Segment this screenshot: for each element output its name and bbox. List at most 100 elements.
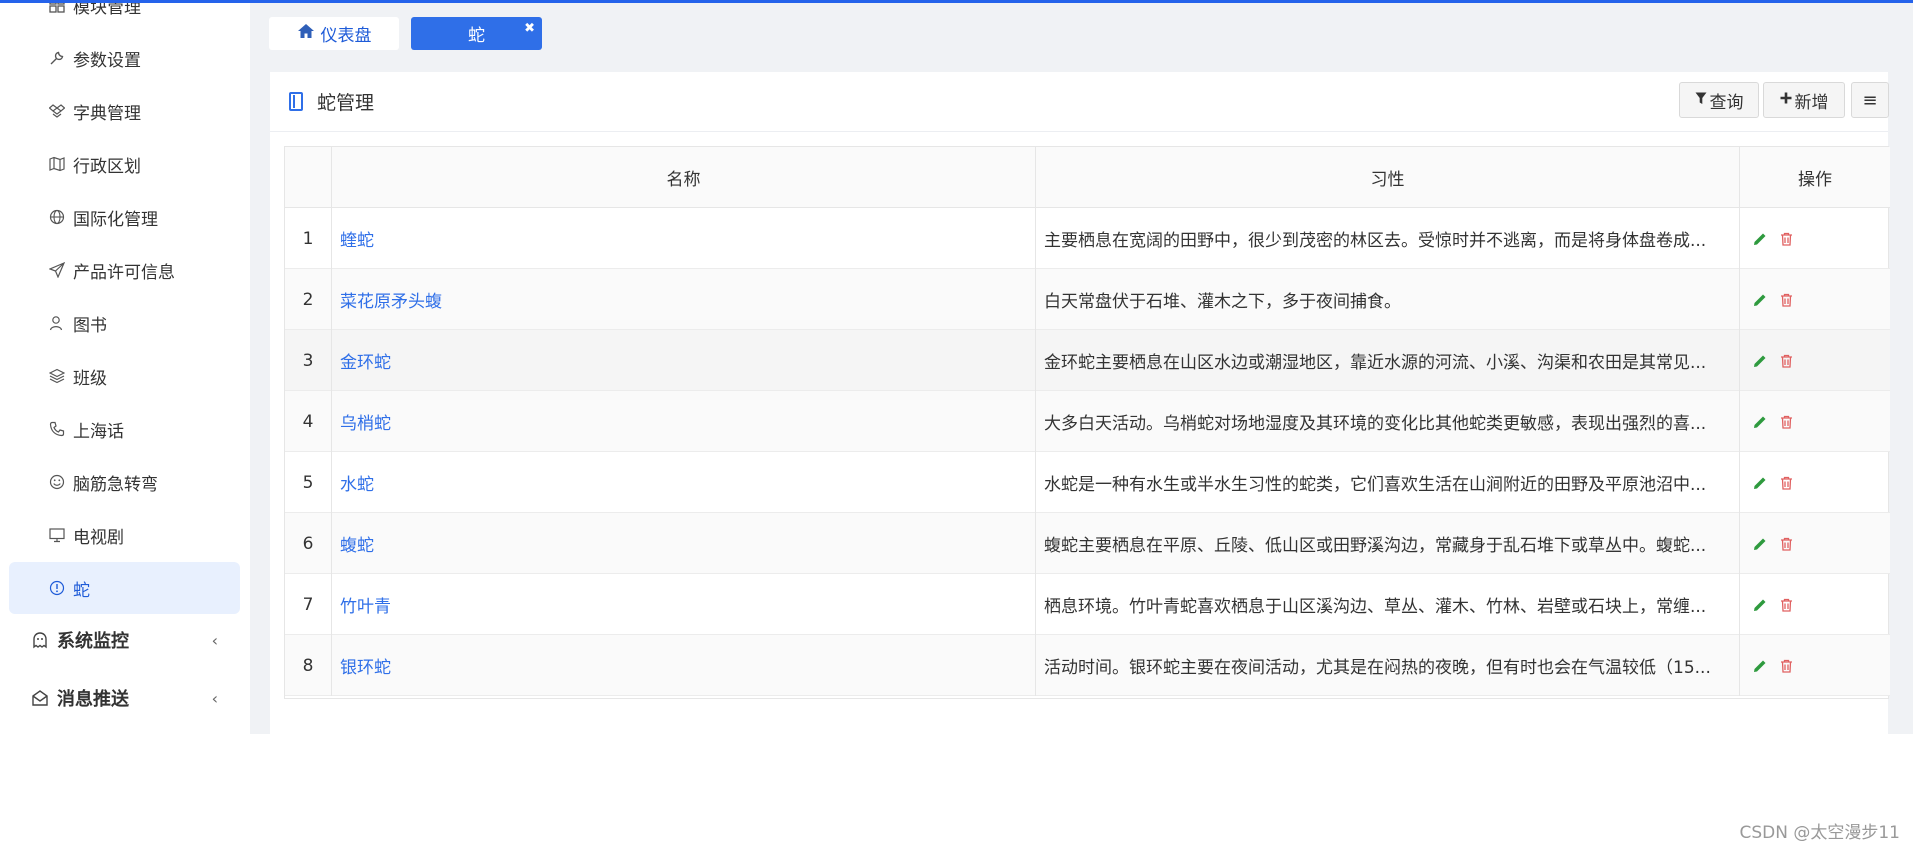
dropbox-icon — [47, 101, 67, 121]
trash-icon[interactable] — [1778, 475, 1794, 491]
trash-icon[interactable] — [1778, 597, 1794, 613]
actions-cell — [1740, 635, 1890, 696]
edit-icon[interactable] — [1752, 658, 1768, 674]
home-icon — [297, 23, 315, 44]
sidebar-item-i18n[interactable]: 国际化管理 — [9, 191, 240, 243]
trash-icon[interactable] — [1778, 231, 1794, 247]
snake-name-link[interactable]: 菜花原矛头蝮 — [332, 269, 1036, 330]
chevron-left-icon: ‹ — [211, 688, 218, 708]
tab-label: 仪表盘 — [320, 26, 372, 46]
sidebar-group-label: 系统监控 — [57, 631, 129, 652]
trash-icon[interactable] — [1778, 536, 1794, 552]
sidebar-item-label: 电视剧 — [73, 527, 124, 548]
actions-cell — [1740, 513, 1890, 574]
sidebar-item-license[interactable]: 产品许可信息 — [9, 244, 240, 296]
row-index: 7 — [285, 574, 332, 635]
snake-name-link[interactable]: 水蛇 — [332, 452, 1036, 513]
sidebar-group-messages[interactable]: 消息推送 ‹ — [0, 669, 250, 727]
edit-icon[interactable] — [1752, 414, 1768, 430]
tab-label: 蛇 — [468, 26, 485, 46]
filter-icon — [1695, 92, 1707, 109]
chevron-left-icon: ‹ — [211, 630, 218, 650]
phone-icon — [47, 419, 67, 439]
tab-snake[interactable]: 蛇 ✖ — [411, 17, 542, 50]
row-index: 1 — [285, 208, 332, 269]
habit-text: 栖息环境。竹叶青蛇喜欢栖息于山区溪沟边、草丛、灌木、竹林、岩壁或石块上，常缠..… — [1044, 597, 1707, 617]
map-icon — [47, 154, 67, 174]
query-button[interactable]: 查询 — [1679, 82, 1759, 118]
trash-icon[interactable] — [1778, 353, 1794, 369]
sidebar-item-label: 参数设置 — [73, 50, 141, 71]
snake-name-link[interactable]: 竹叶青 — [332, 574, 1036, 635]
habit-text: 主要栖息在宽阔的田野中，很少到茂密的林区去。受惊时并不逃离，而是将身体盘卷成..… — [1044, 231, 1707, 251]
smile-icon — [47, 472, 67, 492]
edit-icon[interactable] — [1752, 353, 1768, 369]
trash-icon[interactable] — [1778, 414, 1794, 430]
grid-icon — [47, 3, 67, 15]
ghost-icon — [29, 629, 51, 651]
sidebar-item-label: 蛇 — [73, 580, 90, 601]
sidebar-item-label: 模块管理 — [73, 3, 141, 18]
habit-cell: 栖息环境。竹叶青蛇喜欢栖息于山区溪沟边、草丛、灌木、竹林、岩壁或石块上，常缠..… — [1036, 574, 1740, 635]
habit-cell: 蝮蛇主要栖息在平原、丘陵、低山区或田野溪沟边，常藏身于乱石堆下或草丛中。蝮蛇..… — [1036, 513, 1740, 574]
actions-cell — [1740, 330, 1890, 391]
snake-name-link[interactable]: 银环蛇 — [332, 635, 1036, 696]
envelope-open-icon — [29, 687, 51, 709]
habit-cell: 活动时间。银环蛇主要在夜间活动，尤其是在闷热的夜晚，但有时也会在气温较低（15.… — [1036, 635, 1740, 696]
sidebar-item-label: 产品许可信息 — [73, 262, 175, 283]
sidebar-group-monitor[interactable]: 系统监控 ‹ — [0, 611, 250, 669]
info-circle-icon — [47, 578, 67, 598]
habit-cell: 主要栖息在宽阔的田野中，很少到茂密的林区去。受惊时并不逃离，而是将身体盘卷成..… — [1036, 208, 1740, 269]
sidebar-item-params[interactable]: 参数设置 — [9, 32, 240, 84]
edit-icon[interactable] — [1752, 231, 1768, 247]
snake-name-link[interactable]: 蝰蛇 — [332, 208, 1036, 269]
row-index: 5 — [285, 452, 332, 513]
sidebar-item-class[interactable]: 班级 — [9, 350, 240, 402]
sidebar-item-shanghainese[interactable]: 上海话 — [9, 403, 240, 455]
habit-text: 蝮蛇主要栖息在平原、丘陵、低山区或田野溪沟边，常藏身于乱石堆下或草丛中。蝮蛇..… — [1044, 536, 1707, 556]
sidebar-item-snake[interactable]: 蛇 — [9, 562, 240, 614]
add-button-label: 新增 — [1794, 92, 1829, 113]
watermark: CSDN @太空漫步11 — [1739, 823, 1900, 843]
row-index: 4 — [285, 391, 332, 452]
edit-icon[interactable] — [1752, 536, 1768, 552]
table-row: 8 银环蛇 活动时间。银环蛇主要在夜间活动，尤其是在闷热的夜晚，但有时也会在气温较低… — [285, 635, 1890, 696]
trash-icon[interactable] — [1778, 292, 1794, 308]
sidebar-item-label: 上海话 — [73, 421, 124, 442]
tab-dashboard[interactable]: 仪表盘 — [269, 17, 399, 50]
habit-text: 金环蛇主要栖息在山区水边或潮湿地区，靠近水源的河流、小溪、沟渠和农田是其常见..… — [1044, 353, 1707, 373]
snake-name-link[interactable]: 金环蛇 — [332, 330, 1036, 391]
sidebar-item-module[interactable]: 模块管理 — [9, 3, 240, 31]
sidebar-item-label: 脑筋急转弯 — [73, 474, 158, 495]
snake-name-link[interactable]: 乌梢蛇 — [332, 391, 1036, 452]
trash-icon[interactable] — [1778, 658, 1794, 674]
habit-cell: 大多白天活动。乌梢蛇对场地湿度及其环境的变化比其他蛇类更敏感，表现出强烈的喜..… — [1036, 391, 1740, 452]
menu-button[interactable]: ≡ — [1851, 82, 1889, 118]
table-row: 5 水蛇 水蛇是一种有水生或半水生习性的蛇类，它们喜欢生活在山涧附近的田野及平原池沼… — [285, 452, 1890, 513]
sidebar-item-tv[interactable]: 电视剧 — [9, 509, 240, 561]
edit-icon[interactable] — [1752, 475, 1768, 491]
actions-cell — [1740, 208, 1890, 269]
monitor-icon — [47, 525, 67, 545]
sidebar-item-region[interactable]: 行政区划 — [9, 138, 240, 190]
table-row: 6 蝮蛇 蝮蛇主要栖息在平原、丘陵、低山区或田野溪沟边，常藏身于乱石堆下或草丛中。蝮… — [285, 513, 1890, 574]
wrench-icon — [47, 48, 67, 68]
add-button[interactable]: 新增 — [1763, 82, 1845, 118]
row-index: 3 — [285, 330, 332, 391]
close-icon[interactable]: ✖ — [524, 21, 535, 36]
snake-name-link[interactable]: 蝮蛇 — [332, 513, 1036, 574]
sidebar-item-books[interactable]: 图书 — [9, 297, 240, 349]
actions-cell — [1740, 391, 1890, 452]
edit-icon[interactable] — [1752, 597, 1768, 613]
sidebar-item-riddle[interactable]: 脑筋急转弯 — [9, 456, 240, 508]
query-button-label: 查询 — [1709, 92, 1744, 113]
sidebar-item-dict[interactable]: 字典管理 — [9, 85, 240, 137]
user-book-icon — [47, 313, 67, 333]
col-habit-header[interactable]: 习性 — [1036, 147, 1740, 208]
habit-cell: 水蛇是一种有水生或半水生习性的蛇类，它们喜欢生活在山涧附近的田野及平原池沼中..… — [1036, 452, 1740, 513]
page-title: 蛇管理 — [289, 88, 374, 115]
col-name-header[interactable]: 名称 — [332, 147, 1036, 208]
content-card: 蛇管理 查询 新增 ≡ 名称 习性 操作 1 蝰蛇 主要栖息在宽阔的田野中，很少… — [270, 72, 1890, 734]
edit-icon[interactable] — [1752, 292, 1768, 308]
book-icon — [289, 92, 303, 111]
